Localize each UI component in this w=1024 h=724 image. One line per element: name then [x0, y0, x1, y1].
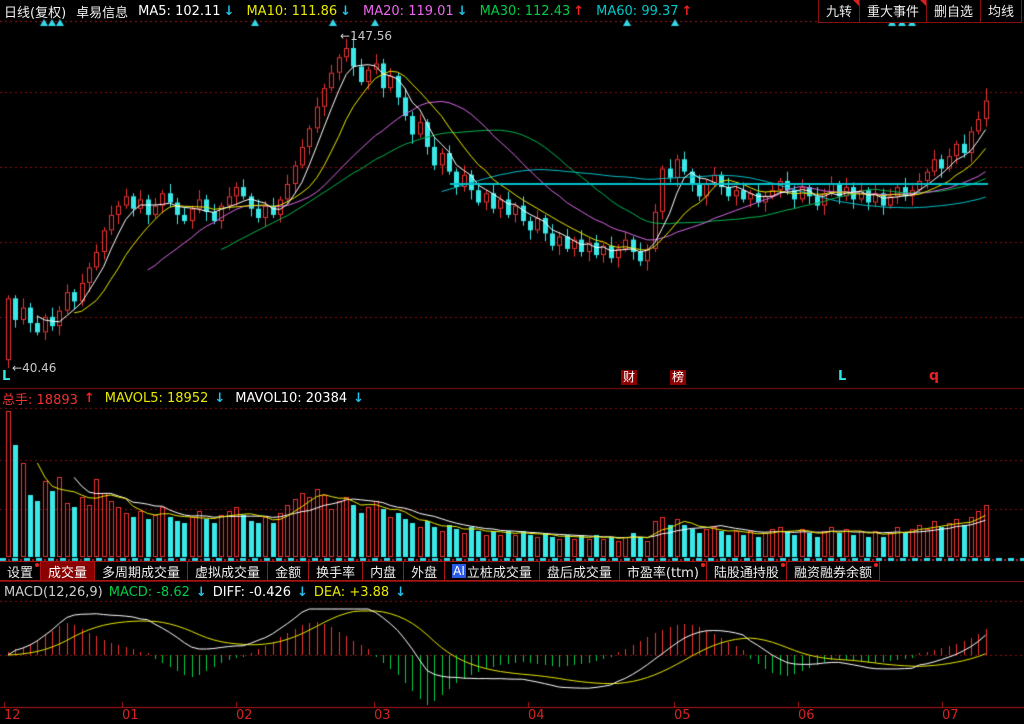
tab-外盘[interactable]: 外盘 [403, 561, 445, 581]
tab-虚拟成交量[interactable]: 虚拟成交量 [187, 561, 268, 581]
stock-terminal: 日线(复权) 卓易信息 MA5: 102.11↓ MA10: 111.86↓ MA2… [0, 0, 1024, 724]
tab-盘后成交量[interactable]: 盘后成交量 [539, 561, 620, 581]
q-marker: q [929, 368, 939, 384]
header-button-group: 九转重大事件删自选均线 [819, 0, 1022, 23]
month-label-07: 07 [942, 708, 959, 723]
chart-canvas[interactable] [0, 0, 1024, 724]
left-l-marker: L [2, 369, 10, 384]
cai-badge[interactable]: 财 [621, 370, 637, 385]
down-arrow-icon: ↓ [340, 4, 351, 19]
month-label-04: 04 [528, 708, 545, 723]
ai-badge: AI [452, 564, 466, 578]
dea-arrow-down-icon: ↓ [395, 585, 406, 600]
ma-legend-item-5: MA60: 99.37↑ [596, 4, 692, 19]
red-dot-icon [781, 563, 785, 567]
right-l-marker: L [838, 369, 846, 384]
month-label-06: 06 [798, 708, 815, 723]
ma-legend-item-1: MA5: 102.11↓ [138, 4, 234, 19]
mavol10-label: MAVOL10: 20384 [235, 391, 347, 406]
tab-陆股通持股[interactable]: 陆股通持股 [706, 561, 787, 581]
high-price-annotation: ←147.56 [340, 29, 392, 43]
mavol10-arrow-down-icon: ↓ [353, 391, 364, 406]
tab-多周期成交量[interactable]: 多周期成交量 [94, 561, 188, 581]
mavol5-arrow-down-icon: ↓ [214, 391, 225, 406]
month-label-03: 03 [374, 708, 391, 723]
header-button-均线[interactable]: 均线 [980, 0, 1022, 23]
red-dot-icon [874, 563, 878, 567]
red-dot-icon [701, 563, 705, 567]
diff-value: DIFF: -0.426 [213, 585, 291, 600]
top-bar: 日线(复权) 卓易信息 MA5: 102.11↓ MA10: 111.86↓ MA2… [0, 0, 1024, 22]
macd-title: MACD(12,26,9) [4, 585, 103, 600]
up-arrow-icon: ↑ [682, 4, 693, 19]
ma-legend-item-2: MA10: 111.86↓ [246, 4, 351, 19]
down-arrow-icon: ↓ [224, 4, 235, 19]
header-button-删自选[interactable]: 删自选 [926, 0, 981, 23]
ma-legend-item-4: MA30: 112.43↑ [480, 4, 585, 19]
zongshou-label: 总手: 18893 [2, 389, 78, 408]
header-button-九转[interactable]: 九转 [818, 0, 860, 23]
tab-设置[interactable]: 设置 [0, 561, 41, 581]
tab-内盘[interactable]: 内盘 [362, 561, 404, 581]
dea-value: DEA: +3.88 [314, 585, 389, 600]
tab-成交量[interactable]: 成交量 [40, 561, 95, 581]
month-label-12: 12 [4, 708, 21, 723]
month-label-05: 05 [674, 708, 691, 723]
up-arrow-icon: ↑ [573, 4, 584, 19]
low-price-annotation: ←40.46 [12, 361, 56, 375]
tab-融资融券余额[interactable]: 融资融券余额 [786, 561, 880, 581]
macd-arrow-down-icon: ↓ [196, 585, 207, 600]
header-button-重大事件[interactable]: 重大事件 [859, 0, 927, 23]
tab-金额[interactable]: 金额 [267, 561, 309, 581]
diff-arrow-down-icon: ↓ [297, 585, 308, 600]
stock-name[interactable]: 卓易信息 [76, 2, 128, 21]
month-label-02: 02 [236, 708, 253, 723]
macd-value: MACD: -8.62 [109, 585, 190, 600]
tab-AI立桩成交量[interactable]: AI立桩成交量 [444, 561, 540, 581]
macd-header: MACD(12,26,9) MACD: -8.62 ↓ DIFF: -0.426… [4, 584, 406, 600]
tab-市盈率(ttm)[interactable]: 市盈率(ttm) [619, 561, 707, 581]
indicator-tab-bar: 设置成交量多周期成交量虚拟成交量金额换手率内盘外盘AI立桩成交量盘后成交量市盈率… [0, 561, 1024, 582]
month-label-01: 01 [122, 708, 139, 723]
bang-badge[interactable]: 榜 [670, 370, 686, 385]
mavol5-label: MAVOL5: 18952 [105, 391, 209, 406]
period-label[interactable]: 日线(复权) [4, 2, 66, 21]
zongshou-arrow-up-icon: ↑ [84, 391, 95, 406]
ma-legend-item-3: MA20: 119.01↓ [363, 4, 468, 19]
down-arrow-icon: ↓ [457, 4, 468, 19]
tab-换手率[interactable]: 换手率 [308, 561, 363, 581]
red-dot-icon [35, 563, 39, 567]
volume-header: 总手: 18893 ↑ MAVOL5: 18952 ↓ MAVOL10: 203… [2, 389, 364, 407]
ma-legend: MA5: 102.11↓ MA10: 111.86↓ MA20: 119.01↓ MA… [138, 4, 692, 19]
